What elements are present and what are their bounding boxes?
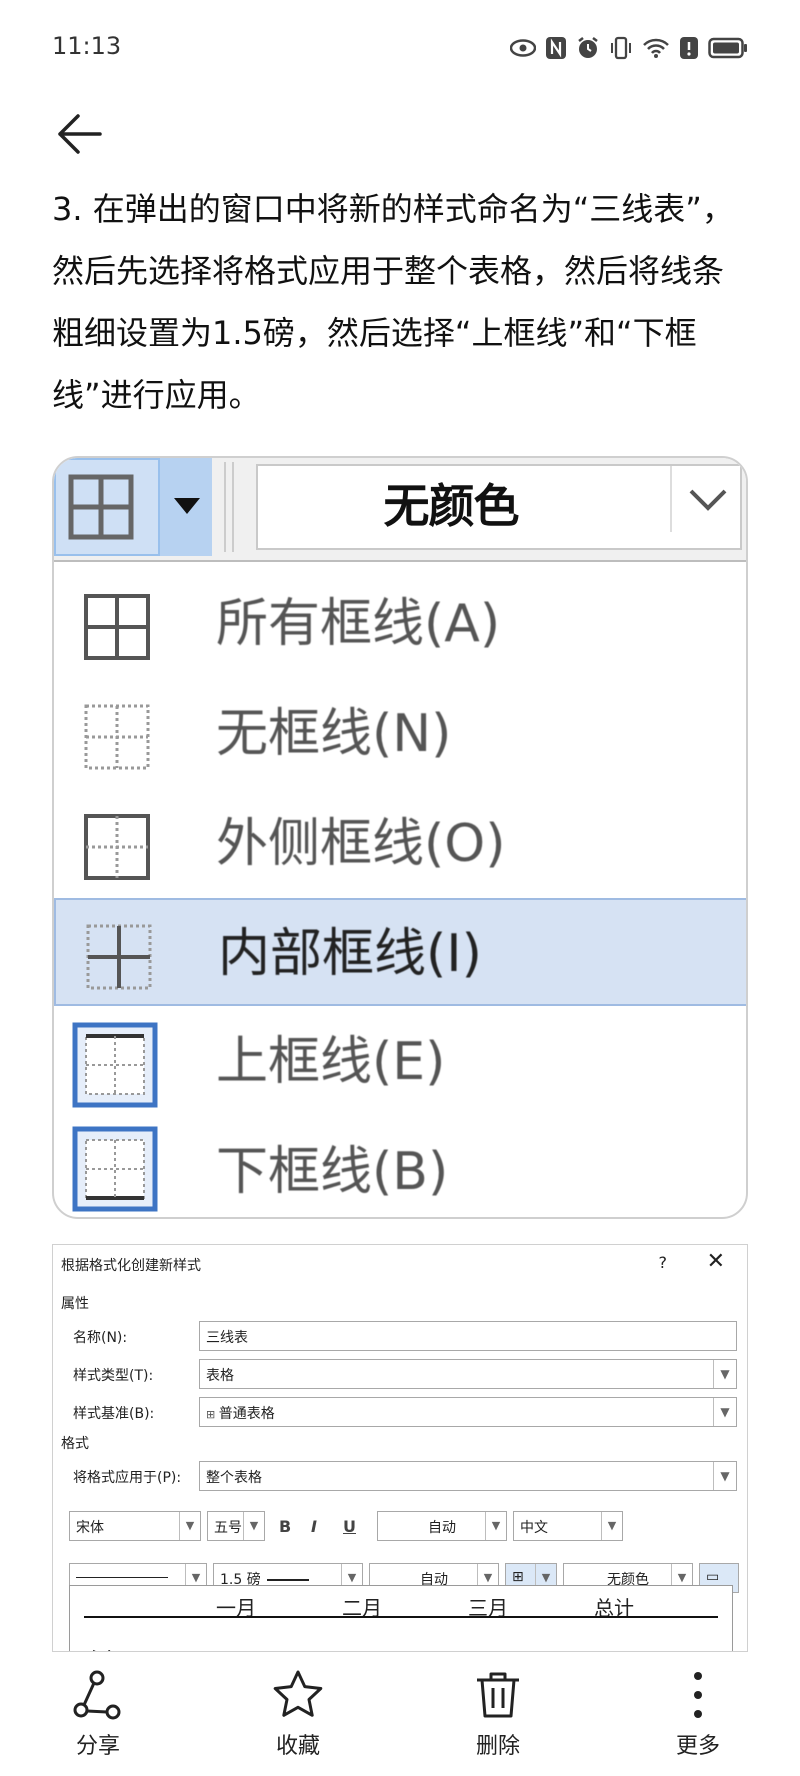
table-preview: 一月 二月 三月 总计 东部 [69, 1585, 733, 1651]
language-select: 中文 ▼ [513, 1511, 623, 1541]
underline-button: U [343, 1517, 356, 1536]
font-value: 宋体 [76, 1520, 104, 1536]
menu-item-all-borders: 所有框线(A) [54, 570, 746, 678]
chevron-down-icon [689, 489, 727, 511]
style-type-select: 表格 ▼ [199, 1359, 737, 1389]
style-based-value: 普通表格 [218, 1406, 275, 1422]
delete-button[interactable]: 删除 [438, 1668, 558, 1768]
name-value: 三线表 [206, 1330, 248, 1346]
more-label: 更多 [675, 1734, 720, 1759]
delete-label: 删除 [475, 1734, 520, 1759]
apply-to-select: 整个表格 ▼ [199, 1461, 737, 1491]
bold-button: B [279, 1517, 292, 1536]
border-dropdown-arrow [158, 458, 212, 556]
trash-icon [477, 1672, 519, 1718]
cell-alignment-icon: ▭ [706, 1569, 720, 1585]
chevron-down-icon: ▼ [179, 1512, 200, 1540]
menu-item-top-border: 上框线(E) [54, 1008, 746, 1116]
status-time: 11:13 [52, 32, 122, 60]
all-borders-icon [68, 474, 134, 540]
top-border-icon [72, 1022, 158, 1108]
dialog-title: 根据格式化创建新样式 [61, 1258, 201, 1274]
size-select: 五号 ▼ [207, 1511, 265, 1541]
table-grid-icon: ⊞ [206, 1408, 219, 1421]
chevron-down-icon: ▼ [243, 1512, 264, 1540]
menu-item-outside-borders: 外侧框线(O) [54, 790, 746, 898]
new-style-dialog-image: 根据格式化创建新样式 ? ✕ 属性 名称(N): 三线表 样式类型(T): 表格… [52, 1244, 748, 1652]
chevron-down-icon: ▼ [713, 1462, 736, 1490]
no-border-icon [84, 704, 150, 770]
apply-to-value: 整个表格 [206, 1470, 262, 1486]
line-weight-sample [266, 1579, 309, 1581]
star-icon [273, 1670, 323, 1717]
status-bar: 11:13 [0, 0, 800, 96]
caret-down-icon [174, 498, 200, 514]
name-field: 三线表 [199, 1321, 737, 1351]
name-label: 名称(N): [73, 1330, 128, 1346]
close-icon: ✕ [706, 1249, 725, 1274]
all-borders-icon [84, 594, 150, 660]
shading-color-label: 无颜色 [383, 479, 520, 533]
share-button[interactable]: 分享 [38, 1668, 158, 1768]
chevron-down-icon: ▼ [713, 1360, 736, 1388]
vibrate-icon [611, 36, 631, 60]
chevron-down-icon: ▼ [601, 1512, 622, 1540]
style-type-label: 样式类型(T): [73, 1368, 154, 1384]
sim-alert-icon [680, 37, 698, 59]
chevron-down-icon: ▼ [485, 1512, 506, 1540]
inside-borders-icon [86, 924, 152, 990]
apply-to-label: 将格式应用于(P): [73, 1470, 182, 1486]
eye-icon [510, 39, 536, 57]
preview-top-rule [84, 1616, 718, 1618]
nfc-icon [546, 37, 566, 59]
share-icon [73, 1670, 121, 1720]
status-icons [510, 34, 748, 62]
toolbar-separator [224, 462, 234, 552]
battery-icon [708, 37, 747, 59]
favorite-button[interactable]: 收藏 [238, 1668, 358, 1768]
font-select: 宋体 ▼ [69, 1511, 201, 1541]
menu-item-label: 内部框线(I) [218, 924, 482, 984]
arrow-left-icon [58, 114, 102, 154]
more-vertical-icon [694, 1672, 702, 1718]
menu-item-label: 外侧框线(O) [216, 814, 506, 874]
all-borders-icon: ⊞ [512, 1569, 524, 1585]
menu-item-bottom-border: 下框线(B) [54, 1118, 746, 1217]
bottom-border-icon [72, 1126, 158, 1212]
favorite-label: 收藏 [275, 1734, 320, 1759]
menu-item-label: 无框线(N) [216, 704, 452, 764]
shading-dropdown [670, 466, 742, 532]
article-paragraph: 3. 在弹出的窗口中将新的样式命名为“三线表”，然后先选择将格式应用于整个表格，… [52, 190, 734, 414]
menu-item-label: 上框线(E) [216, 1032, 446, 1092]
share-label: 分享 [75, 1734, 120, 1759]
line-style-sample [76, 1576, 168, 1578]
outside-borders-icon [84, 814, 150, 880]
language-value: 中文 [520, 1520, 548, 1536]
font-color-select: 自动 ▼ [377, 1511, 507, 1541]
section-properties: 属性 [61, 1296, 89, 1312]
section-format: 格式 [61, 1436, 89, 1452]
menu-item-label: 所有框线(A) [216, 594, 501, 654]
italic-button: I [311, 1517, 317, 1536]
back-button[interactable] [52, 106, 108, 162]
bottom-action-bar: 分享 收藏 删除 更多 [0, 1652, 800, 1776]
font-color-value: 自动 [428, 1520, 456, 1536]
style-based-select: ⊞ 普通表格 ▼ [199, 1397, 737, 1427]
more-button[interactable]: 更多 [638, 1668, 758, 1768]
alarm-icon [578, 37, 598, 58]
style-type-value: 表格 [206, 1368, 234, 1384]
border-menu-image: 无颜色 所有框线(A) 无框线(N) 外侧框线(O) 内部框线(I) 上框线(E… [52, 456, 748, 1219]
menu-item-label: 下框线(B) [216, 1142, 449, 1202]
menu-item-inside-borders: 内部框线(I) [54, 898, 746, 1006]
size-value: 五号 [214, 1520, 242, 1536]
help-icon: ? [658, 1253, 668, 1272]
border-toolbar: 无颜色 [54, 458, 746, 562]
chevron-down-icon: ▼ [713, 1398, 736, 1426]
menu-item-no-border: 无框线(N) [54, 680, 746, 788]
style-based-label: 样式基准(B): [73, 1406, 155, 1422]
wifi-icon [643, 38, 669, 58]
